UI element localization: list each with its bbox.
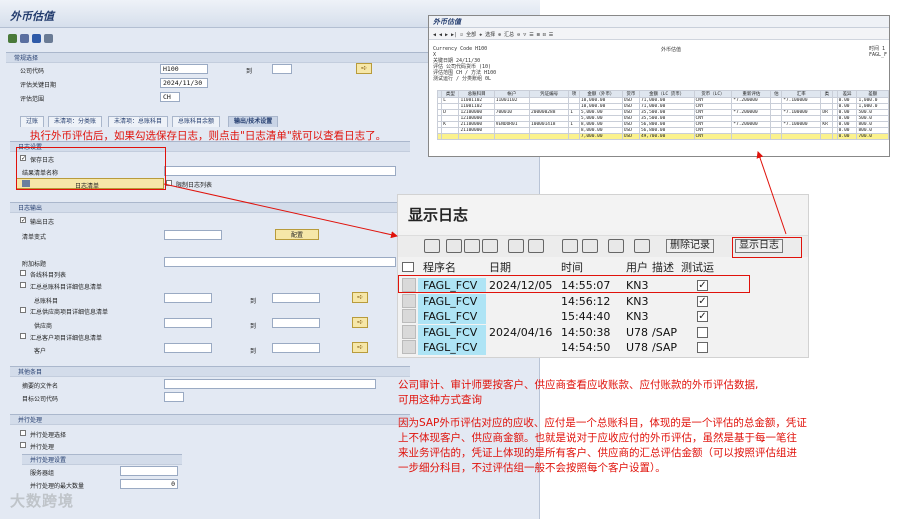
arrow-to-report [756,151,787,235]
audit-note: 公司审计、审计师要按客户、供应商查看应收账款、应付账款的外币评估数据, 可用这种… [398,378,758,408]
audit-note-line: 公司审计、审计师要按客户、供应商查看应收账款、应付账款的外币评估数据, [398,379,759,391]
explanation-note-line: 来业务评估的，凭证上体现的是所有客户、供应商的汇总评估金额（可以按照评估组进 [398,447,797,459]
explanation-note: 因为SAP外币评估对应的应收、应付是一个总账科目，体现的是一个评估的总金额，凭证… [398,416,807,476]
audit-note-line: 可用这种方式查询 [398,394,482,406]
watermark: 大数跨境 [10,492,75,510]
explanation-note-line: 因为SAP外币评估对应的应收、应付是一个总账科目，体现的是一个评估的总金额，凭证 [398,417,807,429]
explanation-note-line: 上不体现客户、供应商金额。也就是说对于应收应付的外币评估，虽然是基于每一笔往 [398,432,797,444]
explanation-note-line: 一步细分科目，不过评估组一般不会按照每个客户设置）。 [398,462,666,474]
arrow-to-log [163,183,398,239]
